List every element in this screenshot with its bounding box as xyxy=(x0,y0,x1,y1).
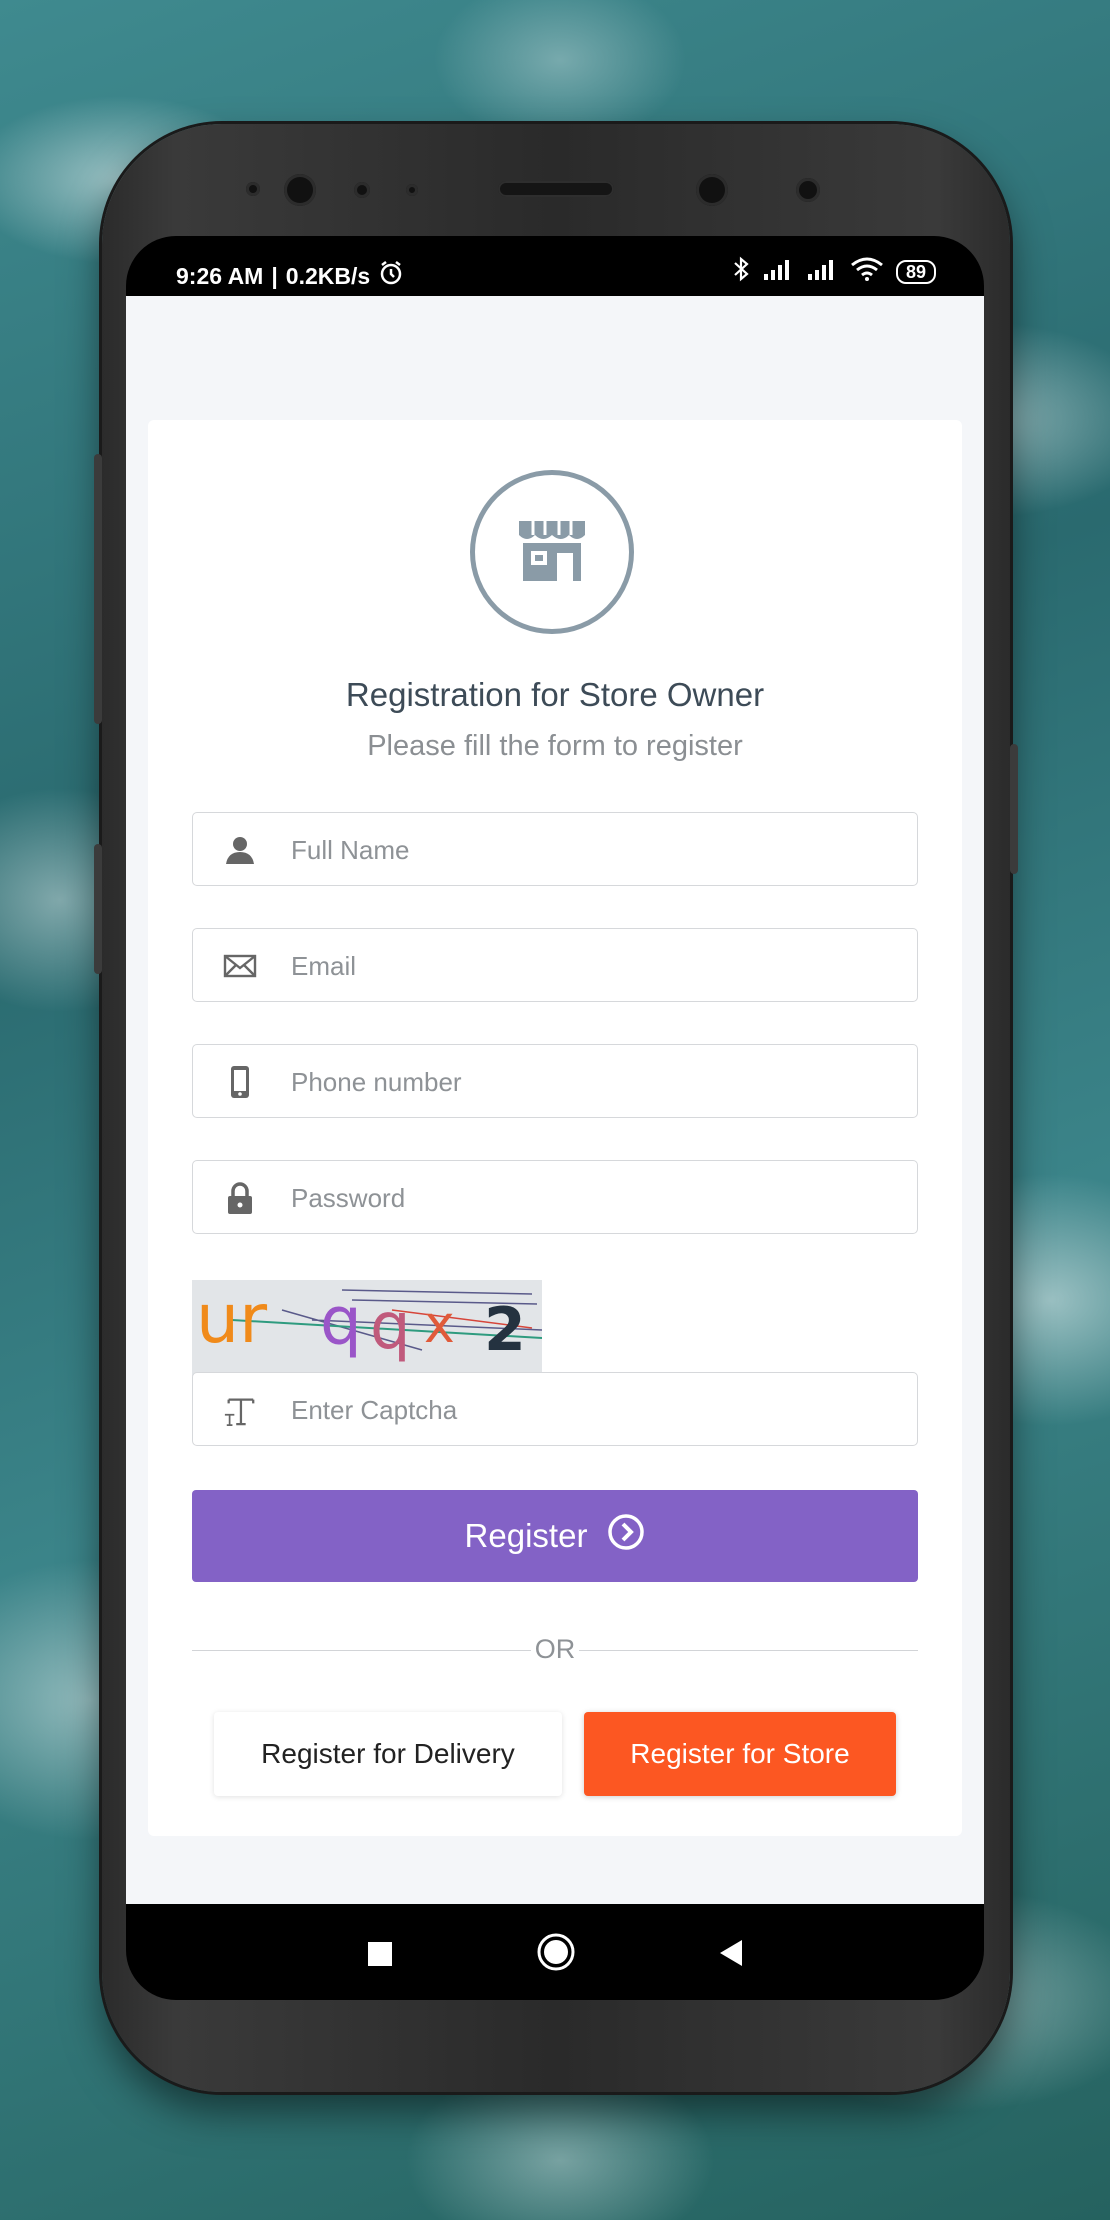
captcha-graphic: ur q q x 2 xyxy=(196,1280,542,1365)
front-camera xyxy=(284,174,316,206)
volume-button xyxy=(94,454,102,724)
sensor-dot xyxy=(246,182,260,196)
signal-icon xyxy=(806,258,838,286)
phone-field[interactable] xyxy=(192,1044,918,1119)
status-time: 9:26 AM xyxy=(176,262,264,289)
front-camera xyxy=(696,174,728,206)
captcha-field[interactable] xyxy=(192,1372,918,1447)
register-button[interactable]: Register xyxy=(192,1490,918,1582)
password-input[interactable] xyxy=(289,1161,903,1235)
sensor-dot xyxy=(354,182,370,198)
svg-text:x: x xyxy=(424,1295,455,1355)
nav-square-icon[interactable] xyxy=(366,1940,394,1973)
or-label-wrap: OR xyxy=(192,1634,918,1665)
svg-text:ur: ur xyxy=(196,1280,267,1359)
or-label: OR xyxy=(530,1634,580,1664)
wifi-icon xyxy=(850,257,884,287)
email-field[interactable] xyxy=(192,928,918,1003)
svg-text:q: q xyxy=(370,1290,411,1364)
or-divider: OR xyxy=(192,1630,918,1670)
captcha-image: ur q q x 2 xyxy=(192,1280,542,1376)
password-field[interactable] xyxy=(192,1160,918,1235)
status-left: 9:26 AM | 0.2KB/s xyxy=(176,260,404,292)
network-speed: 0.2KB/s xyxy=(285,262,371,289)
captcha-input[interactable] xyxy=(289,1373,903,1447)
status-separator: | xyxy=(271,262,278,289)
status-right: 89 xyxy=(732,256,936,288)
svg-text:q: q xyxy=(320,1283,362,1360)
sensor-dot xyxy=(796,178,820,202)
power-button xyxy=(1010,744,1018,874)
alarm-icon xyxy=(378,260,404,292)
bluetooth-icon xyxy=(732,256,750,288)
sensor-dot xyxy=(406,184,418,196)
person-icon xyxy=(223,833,257,867)
battery-indicator: 89 xyxy=(895,260,936,284)
phone-input[interactable] xyxy=(289,1045,903,1119)
store-icon xyxy=(515,517,589,588)
arrow-circle-right-icon xyxy=(607,1513,645,1559)
email-input[interactable] xyxy=(289,929,903,1003)
page-subtitle: Please fill the form to register xyxy=(367,730,743,762)
mobile-phone-icon xyxy=(223,1065,257,1099)
store-logo xyxy=(470,470,634,634)
full-name-field[interactable] xyxy=(192,812,918,887)
lock-icon xyxy=(223,1181,257,1215)
envelope-icon xyxy=(223,949,257,983)
app-screen: Registration for Store Owner Please fill… xyxy=(126,296,984,1904)
earpiece-speaker xyxy=(498,181,614,197)
nav-home-icon[interactable] xyxy=(536,1932,576,1977)
text-icon xyxy=(223,1393,257,1427)
registration-card: Registration for Store Owner Please fill… xyxy=(148,420,962,1836)
svg-text:2: 2 xyxy=(484,1295,526,1365)
register-button-label: Register xyxy=(464,1517,588,1554)
page-title: Registration for Store Owner xyxy=(345,676,765,713)
nav-back-icon[interactable] xyxy=(716,1938,746,1973)
register-store-button[interactable]: Register for Store xyxy=(584,1712,896,1796)
signal-icon xyxy=(762,258,794,286)
android-nav-bar xyxy=(126,1904,984,2000)
side-button-left xyxy=(94,844,102,974)
full-name-input[interactable] xyxy=(289,813,903,887)
register-delivery-button[interactable]: Register for Delivery xyxy=(214,1712,562,1796)
